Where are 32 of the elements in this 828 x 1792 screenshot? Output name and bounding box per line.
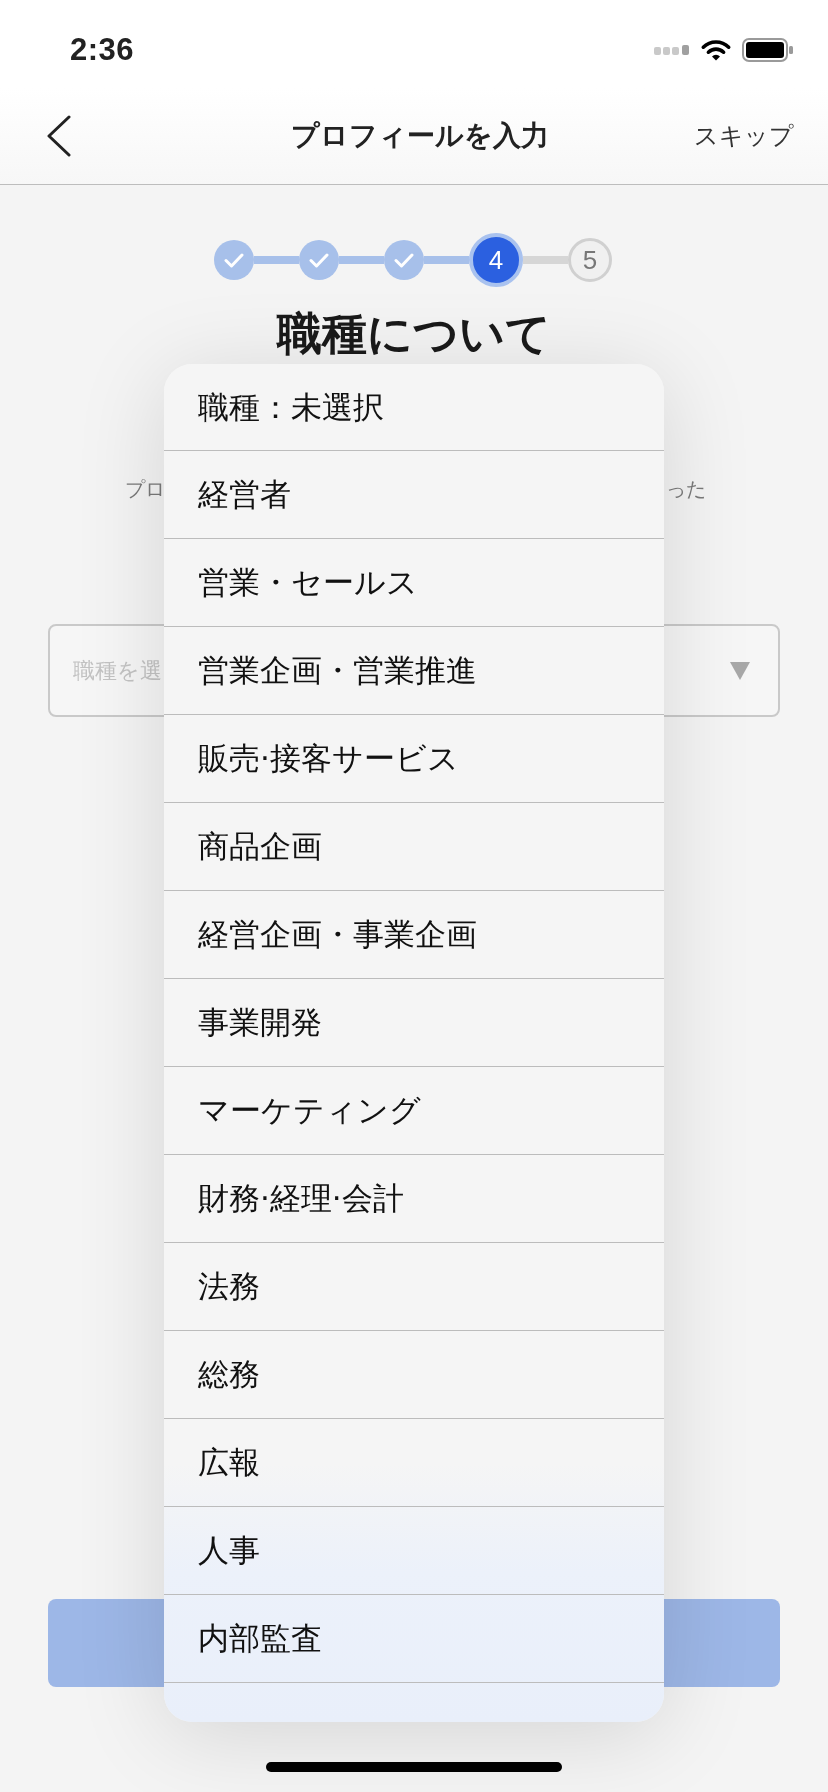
dropdown-option[interactable]: 内部監査 <box>164 1595 664 1683</box>
dropdown-option[interactable]: 職種：未選択 <box>164 364 664 451</box>
battery-icon <box>742 38 794 62</box>
section-heading: 職種について <box>275 310 552 358</box>
dropdown-option[interactable]: 営業・セールス <box>164 539 664 627</box>
wifi-icon <box>700 39 732 61</box>
dropdown-option[interactable]: 営業企画・営業推進 <box>164 627 664 715</box>
dropdown-option[interactable]: 商品企画 <box>164 803 664 891</box>
step-connector <box>523 256 568 264</box>
description-text: った <box>666 476 706 502</box>
step-connector <box>254 256 299 264</box>
skip-button[interactable]: スキップ <box>694 120 794 152</box>
step-connector <box>424 256 469 264</box>
dropdown-option[interactable]: 広報 <box>164 1419 664 1507</box>
dropdown-option[interactable]: 法務 <box>164 1243 664 1331</box>
description-text: プロ <box>125 476 165 502</box>
dropdown-option[interactable]: 経営者 <box>164 451 664 539</box>
back-icon[interactable] <box>46 115 72 157</box>
dropdown-option[interactable]: 総務 <box>164 1331 664 1419</box>
step-connector <box>339 256 384 264</box>
dropdown-option[interactable]: 事業開発 <box>164 979 664 1067</box>
current-step: 4 <box>469 233 523 287</box>
signal-icon <box>654 45 690 55</box>
status-time: 2:36 <box>70 32 135 68</box>
dropdown-option[interactable]: 財務·経理·会計 <box>164 1155 664 1243</box>
dropdown-arrow-icon <box>730 662 750 680</box>
dropdown-option[interactable]: マーケティング <box>164 1067 664 1155</box>
dropdown-option[interactable]: 販売·接客サービス <box>164 715 664 803</box>
dropdown-option[interactable]: 経営企画・事業企画 <box>164 891 664 979</box>
screen-title: プロフィールを入力 <box>291 118 549 154</box>
step-number: 5 <box>568 238 612 282</box>
dropdown-option[interactable]: 人事 <box>164 1507 664 1595</box>
